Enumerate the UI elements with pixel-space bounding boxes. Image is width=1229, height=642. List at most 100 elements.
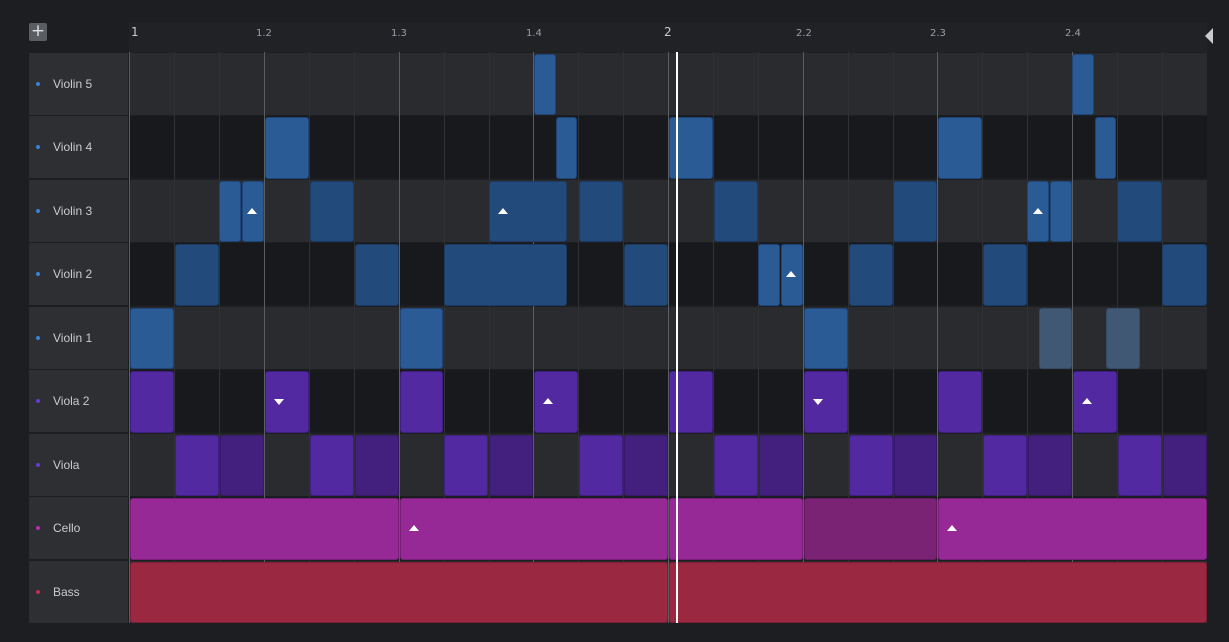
track-name: Violin 3	[53, 204, 93, 218]
midi-clip[interactable]	[310, 181, 354, 242]
midi-clip[interactable]	[1163, 435, 1207, 496]
midi-clip[interactable]	[355, 244, 399, 306]
midi-clip[interactable]	[938, 371, 982, 433]
track-header-viola-2[interactable]: Viola 2	[29, 370, 128, 433]
midi-clip[interactable]	[804, 498, 937, 560]
midi-clip[interactable]	[714, 435, 758, 496]
midi-clip[interactable]	[894, 435, 937, 496]
midi-clip[interactable]	[556, 117, 577, 179]
midi-clip[interactable]	[444, 244, 567, 306]
track-color-dot	[36, 209, 40, 213]
midi-clip[interactable]	[1073, 371, 1117, 433]
midi-clip[interactable]	[938, 117, 982, 179]
track-name: Violin 4	[53, 140, 93, 154]
track-name: Violin 2	[53, 267, 93, 281]
track-color-dot	[36, 463, 40, 467]
midi-clip[interactable]	[579, 181, 623, 242]
midi-clip[interactable]	[489, 435, 533, 496]
track-header-violin-1[interactable]: Violin 1	[29, 307, 128, 370]
midi-clip[interactable]	[893, 181, 937, 242]
ruler-tick: 2.2	[796, 28, 812, 39]
midi-clip[interactable]	[804, 371, 848, 433]
midi-clip[interactable]	[1028, 435, 1072, 496]
track-color-dot	[36, 145, 40, 149]
midi-clip[interactable]	[534, 54, 556, 115]
midi-clip[interactable]	[175, 244, 219, 306]
triangle-up-icon[interactable]	[409, 525, 419, 531]
timeline-ruler[interactable]: 1 1.2 1.3 1.4 2 2.2 2.3 2.4	[129, 22, 1213, 52]
midi-clip[interactable]	[849, 244, 893, 306]
track-header-violin-3[interactable]: Violin 3	[29, 180, 128, 243]
playhead[interactable]	[676, 52, 678, 623]
triangle-down-icon[interactable]	[813, 399, 823, 405]
triangle-up-icon[interactable]	[498, 208, 508, 214]
midi-clip[interactable]	[400, 308, 443, 369]
midi-clip[interactable]	[758, 244, 780, 306]
midi-clip[interactable]	[669, 498, 803, 560]
midi-clip[interactable]	[175, 435, 219, 496]
midi-clip[interactable]	[219, 181, 241, 242]
midi-clip[interactable]	[444, 435, 488, 496]
midi-clip[interactable]	[1050, 181, 1072, 242]
track-name: Bass	[53, 585, 80, 599]
track-color-dot	[36, 336, 40, 340]
ruler-tick: 1	[131, 25, 139, 39]
midi-clip[interactable]	[130, 498, 399, 560]
midi-clip-muted[interactable]	[1039, 308, 1072, 369]
triangle-up-icon[interactable]	[1033, 208, 1043, 214]
midi-clip[interactable]	[534, 371, 578, 433]
midi-clip[interactable]	[983, 244, 1027, 306]
midi-clip[interactable]	[624, 244, 668, 306]
add-track-button[interactable]: +	[29, 23, 47, 41]
track-color-dot	[36, 82, 40, 86]
midi-clip[interactable]	[1118, 435, 1162, 496]
ruler-tick: 1.3	[391, 28, 407, 39]
track-name: Violin 5	[53, 77, 93, 91]
triangle-up-icon[interactable]	[786, 271, 796, 277]
track-header-violin-4[interactable]: Violin 4	[29, 116, 128, 179]
midi-clip[interactable]	[130, 308, 174, 369]
triangle-up-icon[interactable]	[247, 208, 257, 214]
track-header-viola[interactable]: Viola	[29, 434, 128, 497]
midi-clip[interactable]	[265, 371, 309, 433]
midi-clip[interactable]	[849, 435, 893, 496]
midi-clip[interactable]	[714, 181, 758, 242]
midi-clip[interactable]	[400, 371, 443, 433]
midi-clip-muted[interactable]	[1106, 308, 1140, 369]
midi-clip[interactable]	[624, 435, 668, 496]
track-color-dot	[36, 526, 40, 530]
midi-clip[interactable]	[265, 117, 309, 179]
midi-clip[interactable]	[355, 435, 399, 496]
ruler-tick: 1.2	[256, 28, 272, 39]
loop-end-marker-icon[interactable]	[1205, 28, 1213, 44]
midi-clip[interactable]	[130, 562, 668, 623]
track-name: Violin 1	[53, 331, 93, 345]
midi-clip[interactable]	[938, 498, 1207, 560]
midi-clip[interactable]	[669, 562, 1207, 623]
track-header-violin-5[interactable]: Violin 5	[29, 53, 128, 116]
track-name: Viola 2	[53, 394, 90, 408]
midi-clip[interactable]	[804, 308, 848, 369]
midi-clip[interactable]	[400, 498, 668, 560]
midi-clip[interactable]	[579, 435, 623, 496]
midi-clip[interactable]	[1072, 54, 1094, 115]
midi-clip[interactable]	[130, 371, 174, 433]
triangle-up-icon[interactable]	[947, 525, 957, 531]
track-color-dot	[36, 399, 40, 403]
ruler-tick: 1.4	[526, 28, 542, 39]
midi-clip[interactable]	[1095, 117, 1116, 179]
midi-clip[interactable]	[759, 435, 803, 496]
track-header-violin-2[interactable]: Violin 2	[29, 243, 128, 306]
track-header-cello[interactable]: Cello	[29, 497, 128, 560]
midi-clip[interactable]	[983, 435, 1027, 496]
track-header-bass[interactable]: Bass	[29, 561, 128, 624]
midi-clip[interactable]	[1162, 244, 1207, 306]
triangle-up-icon[interactable]	[1082, 398, 1092, 404]
triangle-up-icon[interactable]	[543, 398, 553, 404]
midi-clip[interactable]	[1117, 181, 1162, 242]
ruler-tick: 2	[664, 25, 672, 39]
midi-clip[interactable]	[310, 435, 354, 496]
triangle-down-icon[interactable]	[274, 399, 284, 405]
track-color-dot	[36, 272, 40, 276]
midi-clip[interactable]	[220, 435, 264, 496]
